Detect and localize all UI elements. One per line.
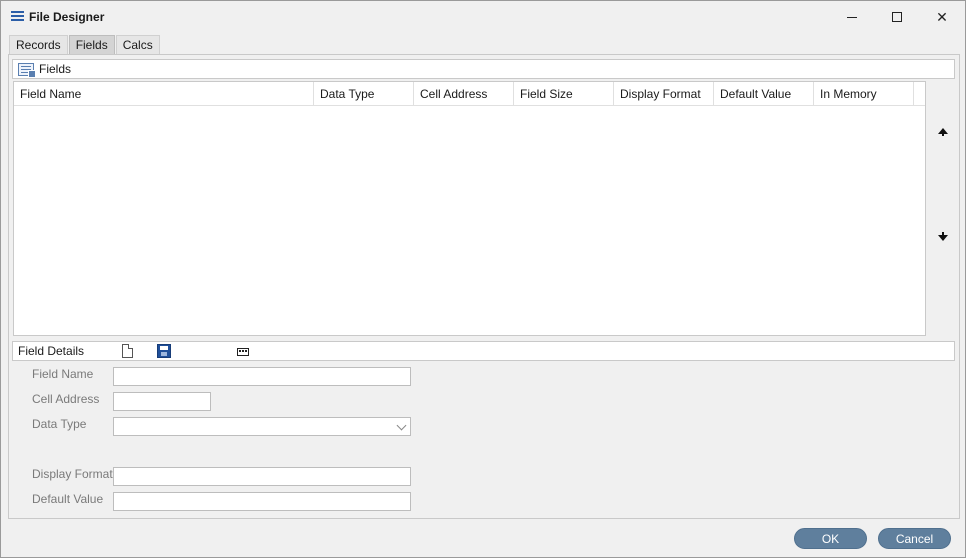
close-icon: ✕ xyxy=(936,8,948,25)
move-up-button[interactable] xyxy=(935,124,951,138)
cell-address-label: Cell Address xyxy=(32,392,100,406)
new-document-icon[interactable] xyxy=(122,344,133,358)
tab-calcs[interactable]: Calcs xyxy=(115,35,160,54)
field-details-header: Field Details xyxy=(12,341,955,361)
fields-table[interactable]: Field Name Data Type Cell Address Field … xyxy=(13,81,926,336)
grid-icon xyxy=(18,62,36,78)
file-designer-window: File Designer ✕ Records Fields Calcs Fie… xyxy=(0,0,966,558)
ok-button[interactable]: OK xyxy=(794,528,867,549)
cancel-button[interactable]: Cancel xyxy=(878,528,951,549)
table-header: Field Name Data Type Cell Address Field … xyxy=(14,82,925,106)
column-header-display-format[interactable]: Display Format xyxy=(614,82,714,106)
save-icon[interactable] xyxy=(157,344,171,358)
fields-section-header: Fields xyxy=(12,59,955,79)
column-header-default-value[interactable]: Default Value xyxy=(714,82,814,106)
minimize-icon xyxy=(847,16,857,18)
maximize-button[interactable] xyxy=(874,1,920,33)
move-down-button[interactable] xyxy=(935,231,951,245)
tab-records[interactable]: Records xyxy=(9,35,68,54)
display-format-label: Display Format xyxy=(32,467,113,481)
fields-panel: Fields Field Name Data Type Cell Address… xyxy=(8,54,960,519)
minimize-button[interactable] xyxy=(829,1,875,33)
title-bar: File Designer ✕ xyxy=(1,1,965,33)
tab-fields[interactable]: Fields xyxy=(68,35,115,54)
close-button[interactable]: ✕ xyxy=(919,1,965,33)
memory-icon[interactable] xyxy=(237,347,249,356)
data-type-select[interactable] xyxy=(113,417,411,436)
column-header-field-name[interactable]: Field Name xyxy=(14,82,314,106)
field-details-title: Field Details xyxy=(18,344,85,358)
default-value-label: Default Value xyxy=(32,492,104,506)
maximize-icon xyxy=(892,12,902,22)
arrow-down-icon xyxy=(938,232,948,241)
default-value-input[interactable] xyxy=(113,492,411,511)
display-format-input[interactable] xyxy=(113,467,411,486)
chevron-down-icon xyxy=(396,420,407,431)
field-name-label: Field Name xyxy=(32,367,94,381)
tab-bar: Records Fields Calcs xyxy=(9,35,161,54)
cell-address-input[interactable] xyxy=(113,392,211,411)
column-header-cell-address[interactable]: Cell Address xyxy=(414,82,514,106)
column-header-field-size[interactable]: Field Size xyxy=(514,82,614,106)
column-header-in-memory[interactable]: In Memory xyxy=(814,82,914,106)
menu-icon[interactable] xyxy=(11,11,24,22)
window-title: File Designer xyxy=(29,10,105,24)
data-type-label: Data Type xyxy=(32,417,87,431)
arrow-up-icon xyxy=(938,128,948,136)
column-header-data-type[interactable]: Data Type xyxy=(314,82,414,106)
fields-section-title: Fields xyxy=(39,62,72,76)
field-name-input[interactable] xyxy=(113,367,411,386)
